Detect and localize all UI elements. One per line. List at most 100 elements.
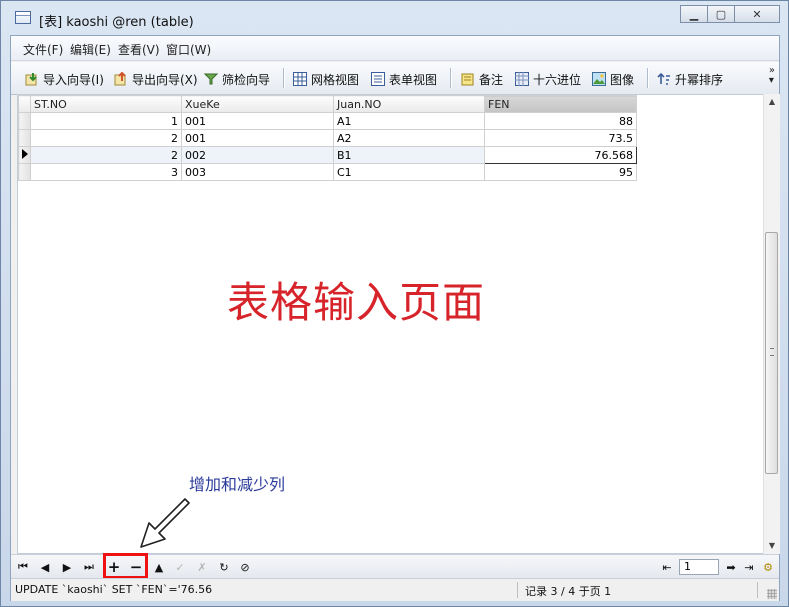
cell-juan-no[interactable]: C1 bbox=[333, 163, 485, 181]
toolbar-overflow-button[interactable]: » ▾ bbox=[769, 66, 775, 86]
add-record-button[interactable]: + bbox=[106, 558, 122, 576]
edit-up-button[interactable]: ▲ bbox=[151, 560, 167, 574]
grid-view-button[interactable]: 网格视图 bbox=[293, 70, 359, 88]
toolbar-separator bbox=[647, 68, 649, 88]
row-indicator[interactable] bbox=[18, 129, 31, 147]
table-row[interactable]: 1 001 A1 88 bbox=[18, 112, 637, 130]
row-indicator[interactable] bbox=[18, 112, 31, 130]
discard-changes-button[interactable]: ✗ bbox=[194, 560, 210, 574]
cell-st-no[interactable]: 2 bbox=[30, 129, 182, 147]
hex-icon bbox=[515, 72, 529, 86]
close-button[interactable]: ✕ bbox=[734, 5, 780, 23]
cell-juan-no[interactable]: A2 bbox=[333, 129, 485, 147]
scroll-thumb[interactable] bbox=[765, 232, 778, 474]
cell-xueke[interactable]: 001 bbox=[181, 129, 334, 147]
minimize-button[interactable]: ▁ bbox=[680, 5, 708, 23]
first-icon: ⏮ bbox=[18, 560, 28, 573]
scroll-down-button[interactable]: ▼ bbox=[764, 538, 780, 554]
grid-view-icon bbox=[293, 72, 307, 86]
menu-file[interactable]: 文件(F) bbox=[23, 41, 63, 58]
next-page-button[interactable]: ➡ bbox=[723, 560, 739, 574]
maximize-button[interactable]: ▢ bbox=[707, 5, 735, 23]
header-row: ST.NO XueKe Juan.NO FEN bbox=[18, 95, 637, 113]
page-settings-button[interactable]: ⚙ bbox=[760, 560, 776, 574]
cell-fen[interactable]: 88 bbox=[484, 112, 637, 130]
title-bar[interactable]: [表] kaoshi @ren (table) ▁ ▢ ✕ bbox=[1, 1, 788, 35]
hex-label: 十六进位 bbox=[533, 72, 582, 87]
cell-st-no[interactable]: 1 bbox=[30, 112, 182, 130]
hex-button[interactable]: 十六进位 bbox=[515, 70, 581, 88]
import-icon bbox=[25, 72, 39, 86]
apply-changes-button[interactable]: ✓ bbox=[172, 560, 188, 574]
cell-xueke[interactable]: 002 bbox=[181, 146, 334, 164]
memo-label: 备注 bbox=[479, 72, 504, 87]
menu-window[interactable]: 窗口(W) bbox=[166, 41, 211, 58]
memo-button[interactable]: 备注 bbox=[461, 70, 503, 88]
annotation-main: 表格输入页面 bbox=[227, 278, 486, 327]
filter-wizard-icon bbox=[203, 72, 219, 86]
last-page-button[interactable]: ⇥ bbox=[741, 560, 757, 574]
first-record-button[interactable]: ⏮ bbox=[15, 560, 31, 574]
cell-juan-no[interactable]: A1 bbox=[333, 112, 485, 130]
column-header-xueke[interactable]: XueKe bbox=[181, 95, 334, 113]
toolbar: 导入向导(I) 导出向导(X) 筛检向导 网格视图 表单视图 备注 十六进位 图… bbox=[11, 62, 779, 95]
row-indicator[interactable] bbox=[18, 146, 31, 164]
first-page-button[interactable]: ⇤ bbox=[659, 560, 675, 574]
next-icon: ▶ bbox=[62, 560, 72, 574]
vertical-scrollbar[interactable]: ▲ ▼ bbox=[763, 94, 780, 554]
export-wizard-label: 导出向导(X) bbox=[132, 72, 198, 87]
cell-st-no[interactable]: 3 bbox=[30, 163, 182, 181]
next-record-button[interactable]: ▶ bbox=[59, 560, 75, 574]
import-wizard-button[interactable]: 导入向导(I) bbox=[25, 70, 104, 88]
arrow-up-icon: ▲ bbox=[768, 97, 776, 106]
form-view-icon bbox=[371, 72, 385, 86]
form-view-button[interactable]: 表单视图 bbox=[371, 70, 437, 88]
prior-record-button[interactable]: ◀ bbox=[37, 560, 53, 574]
cell-fen[interactable]: 95 bbox=[484, 163, 637, 181]
delete-record-button[interactable]: − bbox=[128, 558, 144, 576]
filter-wizard-button[interactable]: 筛检向导 bbox=[203, 70, 270, 88]
maximize-icon: ▢ bbox=[715, 8, 727, 21]
table-row[interactable]: 2 002 B1 76.568 bbox=[18, 146, 637, 164]
menu-edit[interactable]: 编辑(E) bbox=[70, 41, 111, 58]
cell-xueke[interactable]: 003 bbox=[181, 163, 334, 181]
toolbar-separator bbox=[283, 68, 285, 88]
stop-button[interactable]: ⊘ bbox=[237, 560, 253, 574]
cell-fen-editing[interactable]: 76.568 bbox=[484, 146, 637, 164]
header-corner bbox=[18, 95, 31, 113]
refresh-icon: ↻ bbox=[219, 560, 229, 574]
form-view-label: 表单视图 bbox=[389, 72, 438, 87]
column-header-st-no[interactable]: ST.NO bbox=[30, 95, 182, 113]
table-row[interactable]: 3 003 C1 95 bbox=[18, 163, 637, 181]
current-row-icon bbox=[22, 148, 28, 159]
refresh-button[interactable]: ↻ bbox=[216, 560, 232, 574]
last-page-icon: ⇥ bbox=[744, 560, 754, 574]
grip-icon bbox=[770, 348, 774, 356]
annotation-arrow-icon bbox=[140, 498, 190, 548]
menu-view[interactable]: 查看(V) bbox=[118, 41, 160, 58]
column-header-fen[interactable]: FEN bbox=[484, 95, 637, 113]
image-button[interactable]: 图像 bbox=[592, 70, 634, 88]
navigation-bar: ⏮ ◀ ▶ ⏭ + − ▲ ✓ ✗ ↻ ⊘ ⇤ ⬅ 1 ➡ ⇥ ⚙ bbox=[11, 553, 779, 579]
scroll-up-button[interactable]: ▲ bbox=[764, 94, 780, 110]
image-label: 图像 bbox=[610, 72, 635, 87]
arrow-down-icon: ▼ bbox=[768, 541, 776, 550]
resize-grip-icon[interactable] bbox=[767, 589, 777, 599]
chevron-down-icon: ▾ bbox=[768, 75, 774, 86]
row-indicator[interactable] bbox=[18, 163, 31, 181]
minus-icon: − bbox=[129, 558, 143, 576]
cross-icon: ✗ bbox=[197, 560, 207, 574]
last-record-button[interactable]: ⏭ bbox=[81, 560, 97, 574]
cell-xueke[interactable]: 001 bbox=[181, 112, 334, 130]
page-number-input[interactable]: 1 bbox=[679, 559, 719, 575]
export-wizard-button[interactable]: 导出向导(X) bbox=[114, 70, 198, 88]
checkmark-icon: ✓ bbox=[175, 560, 185, 574]
sort-ascending-label: 升幂排序 bbox=[675, 72, 724, 87]
cell-fen[interactable]: 73.5 bbox=[484, 129, 637, 147]
table-row[interactable]: 2 001 A2 73.5 bbox=[18, 129, 637, 147]
first-page-icon: ⇤ bbox=[662, 560, 672, 574]
cell-juan-no[interactable]: B1 bbox=[333, 146, 485, 164]
sort-ascending-button[interactable]: 升幂排序 bbox=[657, 70, 723, 88]
column-header-juan-no[interactable]: Juan.NO bbox=[333, 95, 485, 113]
cell-st-no[interactable]: 2 bbox=[30, 146, 182, 164]
